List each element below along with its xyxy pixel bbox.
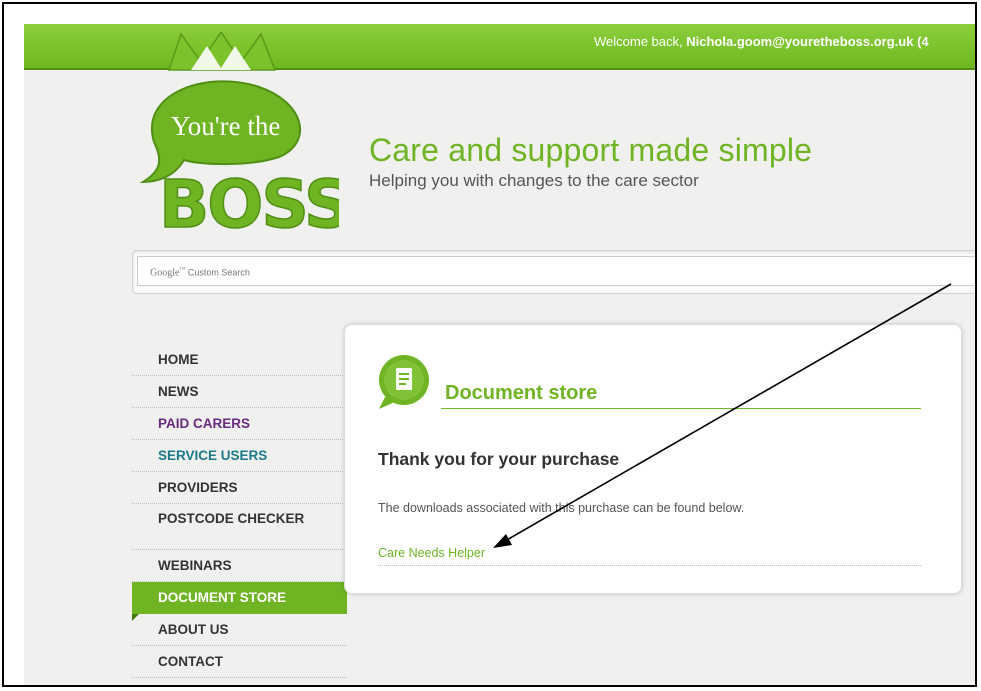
nav-item-paid-carers[interactable]: PAID CARERS xyxy=(132,408,347,440)
main-nav: HOME NEWS PAID CARERS SERVICE USERS PROV… xyxy=(132,344,347,678)
document-bubble-icon xyxy=(379,355,429,409)
title-divider xyxy=(441,408,921,409)
tagline-title: Care and support made simple xyxy=(369,132,813,168)
search-input[interactable]: Google™ Custom Search xyxy=(137,256,975,286)
nav-item-contact[interactable]: CONTACT xyxy=(132,646,347,678)
nav-item-home[interactable]: HOME xyxy=(132,344,347,376)
nav-item-news[interactable]: NEWS xyxy=(132,376,347,408)
google-custom-search-label: Google™ Custom Search xyxy=(150,267,250,278)
downloads-description: The downloads associated with this purch… xyxy=(378,501,745,515)
document-store-panel: Document store Thank you for your purcha… xyxy=(344,324,962,594)
nav-item-service-users[interactable]: SERVICE USERS xyxy=(132,440,347,472)
search-bar: Google™ Custom Search xyxy=(132,250,975,294)
nav-item-providers[interactable]: PROVIDERS xyxy=(132,472,347,504)
download-divider xyxy=(378,565,921,566)
website: Welcome back, Nichola.goom@youretheboss.… xyxy=(24,24,975,685)
custom-search-text: Custom Search xyxy=(187,267,250,278)
screenshot-frame: Welcome back, Nichola.goom@youretheboss.… xyxy=(2,2,977,687)
welcome-message: Welcome back, Nichola.goom@youretheboss.… xyxy=(594,34,929,49)
tagline-subtitle: Helping you with changes to the care sec… xyxy=(369,171,699,190)
purchase-thanks-heading: Thank you for your purchase xyxy=(378,449,620,469)
nav-item-postcode-checker[interactable]: POSTCODE CHECKER xyxy=(132,504,347,550)
nav-item-about-us[interactable]: ABOUT US xyxy=(132,614,347,646)
google-brand: Google xyxy=(150,267,180,279)
google-tm: ™ xyxy=(179,267,186,273)
youre-the-boss-logo[interactable]: You're the BOSS xyxy=(129,32,339,232)
user-email[interactable]: Nichola.goom@youretheboss.org.uk (4 xyxy=(686,34,928,49)
logo-text-boss: BOSS xyxy=(159,166,339,232)
download-link-care-needs-helper[interactable]: Care Needs Helper xyxy=(378,546,485,560)
logo-text-youre-the: You're the xyxy=(171,111,280,141)
nav-item-webinars[interactable]: WEBINARS xyxy=(132,550,347,582)
panel-title: Document store xyxy=(445,382,598,404)
nav-item-document-store[interactable]: DOCUMENT STORE xyxy=(132,582,347,621)
welcome-prefix: Welcome back, xyxy=(594,34,687,49)
